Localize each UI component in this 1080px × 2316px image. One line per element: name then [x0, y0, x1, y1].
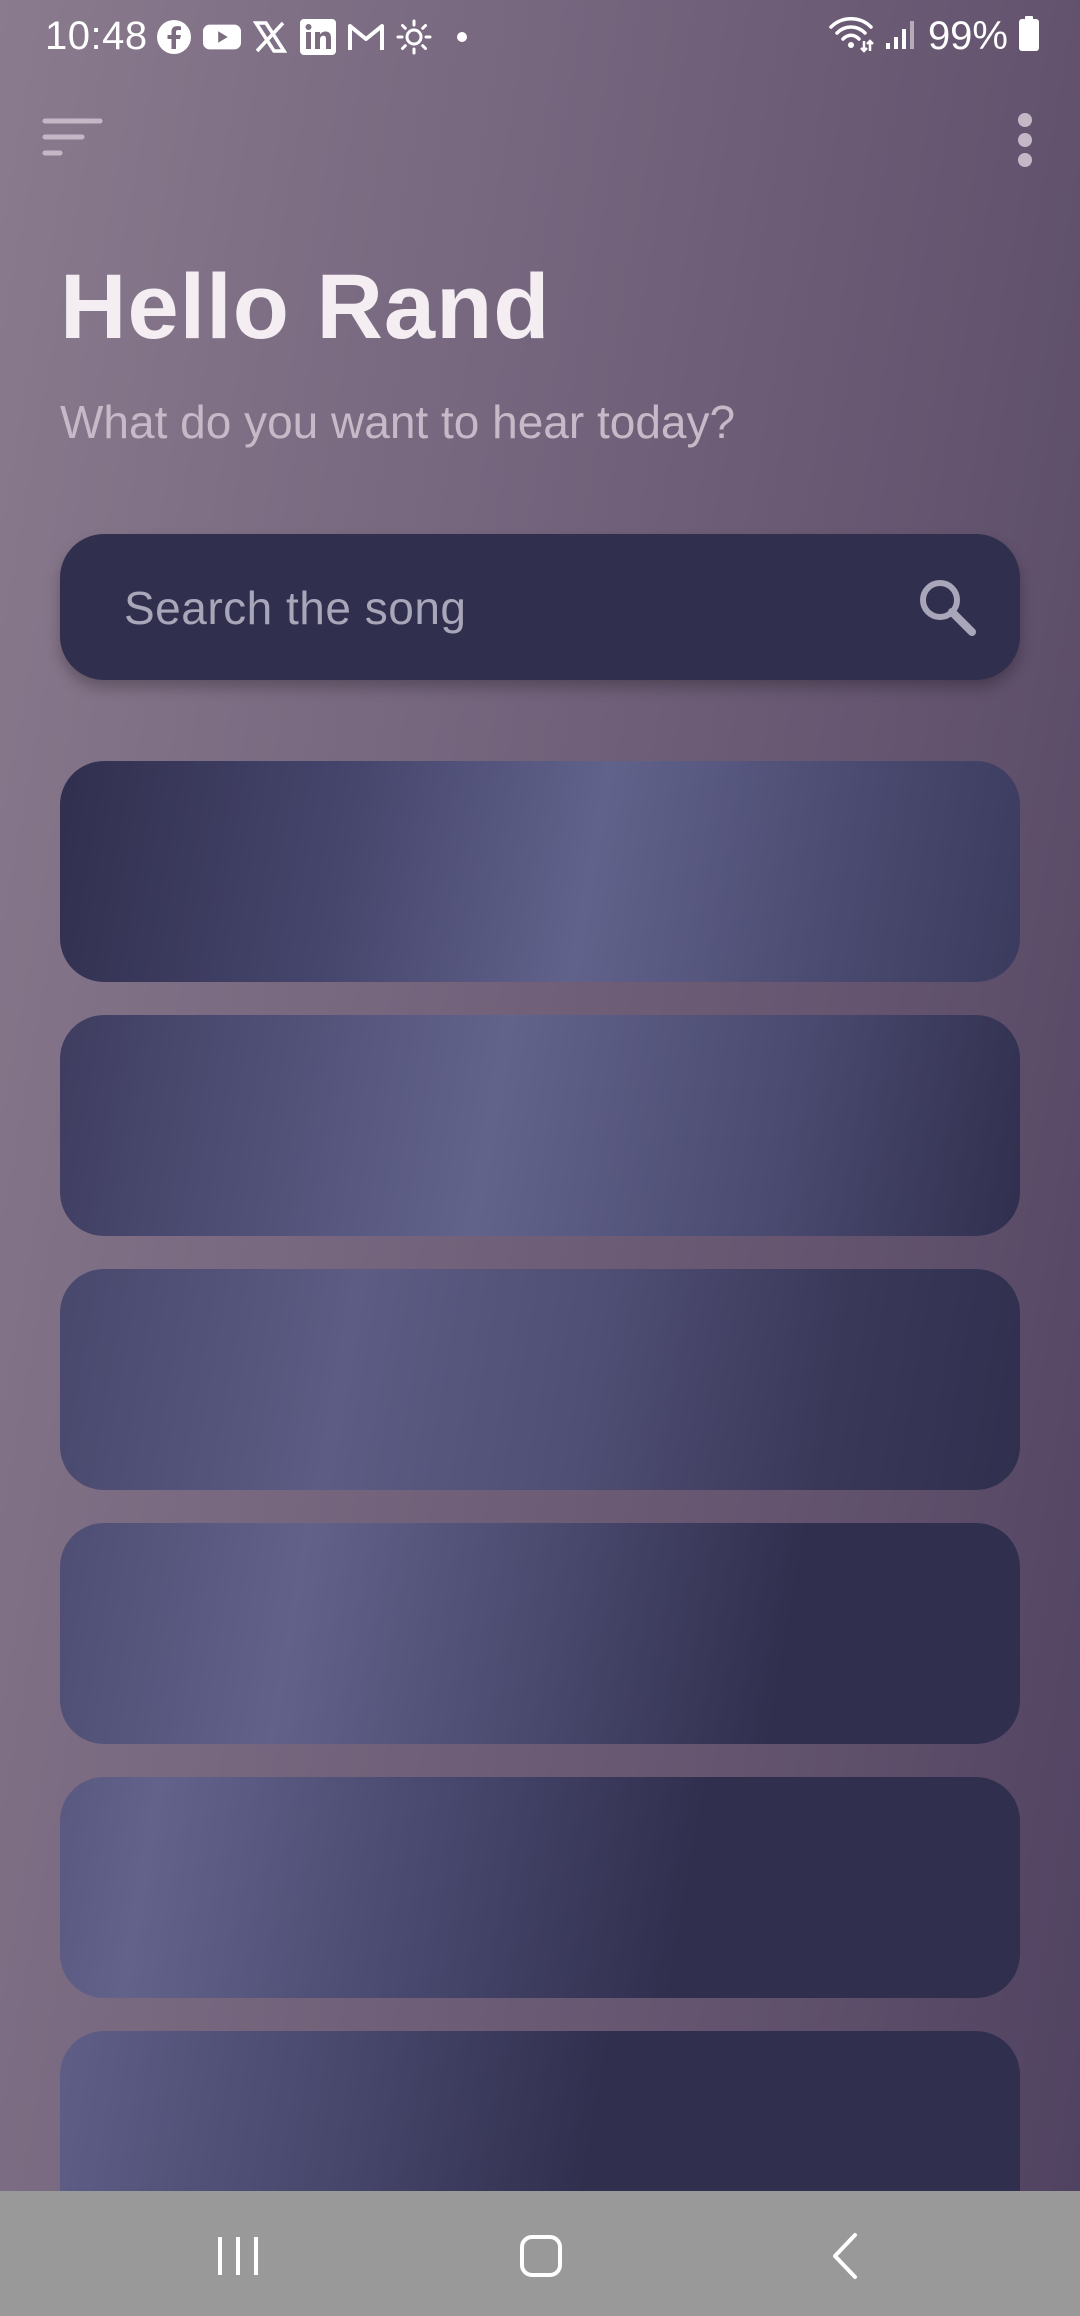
x-icon — [251, 18, 289, 56]
brightness-icon — [395, 18, 433, 56]
home-icon — [520, 2235, 562, 2277]
signal-icon — [884, 17, 918, 56]
battery-icon — [1018, 16, 1040, 57]
status-right: 99% — [828, 14, 1040, 59]
home-button[interactable] — [506, 2221, 576, 2291]
menu-icon — [42, 118, 103, 156]
battery-percentage: 99% — [927, 14, 1008, 58]
more-vert-icon — [1018, 113, 1032, 167]
recent-apps-icon — [218, 2237, 258, 2275]
search-icon[interactable] — [914, 574, 980, 640]
facebook-icon — [155, 18, 193, 56]
song-card-placeholder[interactable] — [60, 1015, 1020, 1236]
wifi-icon — [828, 15, 874, 58]
back-icon — [833, 2233, 857, 2279]
dot-icon — [443, 18, 481, 56]
song-card-placeholder[interactable] — [60, 1523, 1020, 1744]
notification-icons — [155, 18, 481, 56]
search-input[interactable] — [122, 534, 886, 682]
youtube-icon — [203, 18, 241, 56]
recent-apps-button[interactable] — [203, 2221, 273, 2291]
back-button[interactable] — [810, 2221, 880, 2291]
status-bar: 10:48 99% — [0, 0, 1080, 78]
linkedin-icon — [299, 18, 337, 56]
song-card-placeholder[interactable] — [60, 761, 1020, 982]
song-card-placeholder[interactable] — [60, 1777, 1020, 1998]
search-bar — [60, 534, 1020, 682]
gmail-icon — [347, 18, 385, 56]
menu-button[interactable] — [40, 115, 110, 165]
song-card-placeholder[interactable] — [60, 1269, 1020, 1490]
more-options-button[interactable] — [1000, 110, 1050, 170]
system-nav-bar — [0, 2191, 1080, 2316]
status-time: 10:48 — [45, 14, 148, 58]
greeting-title: Hello Rand — [60, 256, 551, 358]
greeting-subtitle: What do you want to hear today? — [60, 396, 736, 448]
